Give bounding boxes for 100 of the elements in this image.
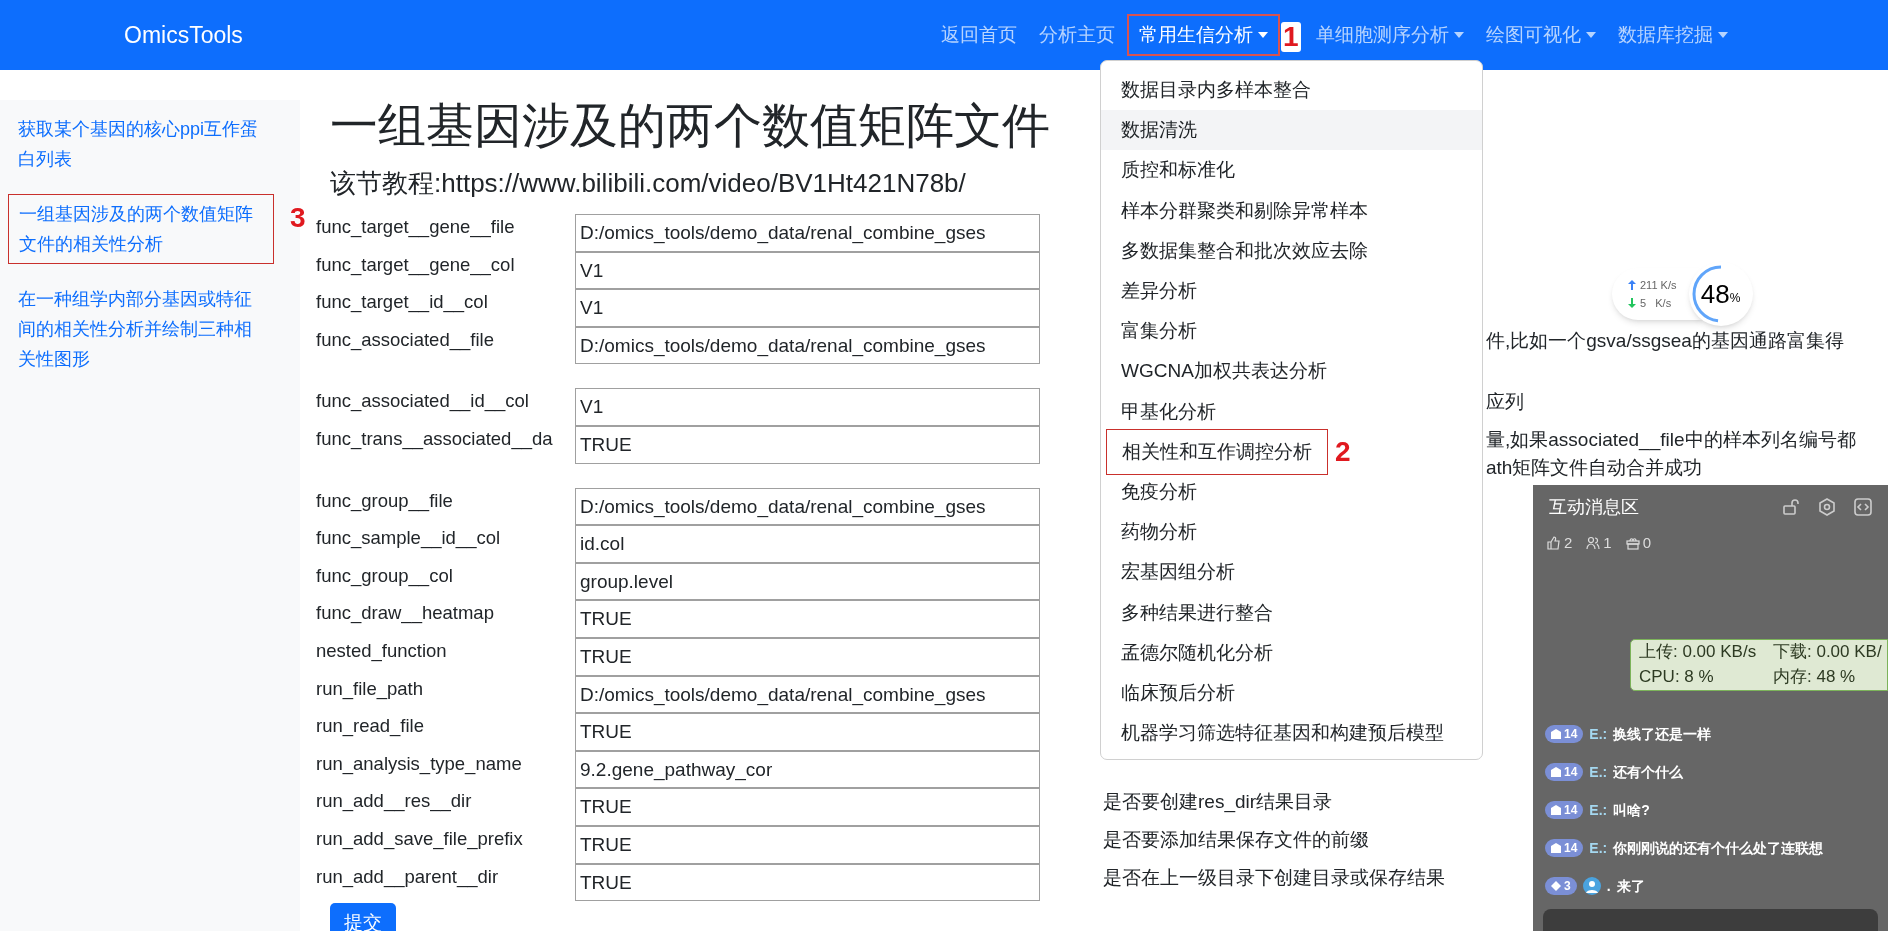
field-description: 是否要添加结果保存文件的前缀 <box>1103 827 1369 852</box>
dropdown-item[interactable]: 质控和标准化 <box>1101 152 1255 189</box>
dropdown-item[interactable]: WGCNA加权共表达分析 <box>1101 353 1347 390</box>
field-label: run_add__parent__dir <box>316 864 500 890</box>
dropdown-item[interactable]: 数据目录内多样本整合 <box>1101 72 1331 109</box>
user-name: E.: <box>1589 838 1608 858</box>
field-label: func_draw__heatmap <box>316 601 495 626</box>
annotation-number: 1 <box>1281 22 1301 52</box>
down-arrow-icon <box>1628 298 1636 308</box>
field-label: run_read_file <box>316 714 425 739</box>
crest-icon <box>1551 767 1561 777</box>
crest-icon <box>1551 729 1561 739</box>
field-description: ath矩阵文件自动合并成功 <box>1486 455 1703 480</box>
dropdown-item[interactable]: 多种结果进行整合 <box>1101 594 1293 631</box>
field-label: run_add_save_file_prefix <box>316 826 524 852</box>
dropdown-item[interactable]: 多数据集整合和批次效应去除 <box>1101 232 1388 269</box>
dropdown-item[interactable]: 样本分群聚类和剔除异常样本 <box>1101 192 1388 229</box>
stat-count: 2 <box>1564 532 1573 553</box>
chat-message: 叫啥? <box>1613 800 1650 820</box>
stat-count: 0 <box>1642 532 1652 553</box>
code-icon[interactable] <box>1854 498 1872 516</box>
user-name: E.: <box>1589 724 1608 744</box>
dropdown-item[interactable]: 富集分析 <box>1101 313 1217 350</box>
input-field[interactable]: 9.2.gene_pathway_cor <box>575 750 1040 789</box>
stat-count: 1 <box>1603 532 1612 553</box>
crest-icon <box>1551 805 1561 815</box>
input-field[interactable]: id.col <box>575 525 1040 563</box>
dropdown-item[interactable]: 甲基化分析 <box>1101 393 1236 430</box>
dropdown-item[interactable]: 宏基因组分析 <box>1101 554 1255 591</box>
dropdown-item[interactable]: 差异分析 <box>1101 273 1217 310</box>
level-badge: 14 <box>1545 801 1584 819</box>
level-badge: 3 <box>1545 877 1577 895</box>
submit-button[interactable]: 提交 <box>330 903 396 931</box>
level-badge: 14 <box>1545 725 1584 743</box>
download-speed: 5 K/s <box>1640 296 1672 311</box>
dropdown-item[interactable]: 免疫分析 <box>1101 473 1217 510</box>
input-field[interactable]: D:/omics_tools/demo_data/renal_combine_gses <box>575 675 1040 714</box>
level-badge: 14 <box>1545 763 1584 781</box>
dropdown-item[interactable]: 机器学习筛选特征基因和构建预后模型 <box>1101 715 1464 752</box>
field-label: nested_function <box>316 638 448 664</box>
chat-message: 还有个什么 <box>1613 762 1684 782</box>
field-label: func_target__gene__file <box>316 215 516 240</box>
field-description: 量,如果associated__file中的样本列名编号都 <box>1486 427 1856 453</box>
input-field[interactable]: V1 <box>575 388 1040 426</box>
thumb-up-icon <box>1547 536 1561 550</box>
dropdown-item[interactable]: 孟德尔随机化分析 <box>1101 634 1293 671</box>
field-label: run_analysis_type_name <box>316 751 523 777</box>
field-label: run_add__res__dir <box>316 789 473 814</box>
chat-message: 换线了还是一样 <box>1613 724 1712 744</box>
user-name: E.: <box>1589 762 1608 782</box>
dropdown-item[interactable]: 临床预后分析 <box>1101 674 1255 711</box>
input-field[interactable]: TRUE <box>575 863 1040 902</box>
sidebar-link[interactable]: 获取某个基因的核心ppi互作蛋白列表 <box>8 110 274 178</box>
input-field[interactable]: TRUE <box>575 788 1040 826</box>
avatar-icon <box>1582 877 1601 895</box>
dropdown-item[interactable]: 相关性和互作调控分析 <box>1106 428 1328 475</box>
input-field[interactable]: group.level <box>575 562 1040 601</box>
users-icon <box>1586 536 1601 550</box>
level-badge: 14 <box>1545 839 1584 857</box>
field-label: func_target__gene__col <box>316 252 516 278</box>
chat-message: 来了 <box>1616 876 1645 896</box>
annotation-number: 3 <box>290 204 306 232</box>
input-field[interactable]: D:/omics_tools/demo_data/renal_combine_gses <box>575 214 1040 252</box>
field-description: 是否在上一级目录下创建目录或保存结果 <box>1103 865 1445 890</box>
diamond-icon <box>1551 881 1561 891</box>
sidebar-link[interactable]: 一组基因涉及的两个数值矩阵文件的相关性分析 <box>8 194 274 264</box>
field-description: 是否要创建res_dir结果目录 <box>1103 790 1333 815</box>
field-label: func_target__id__col <box>316 290 489 315</box>
input-field[interactable]: V1 <box>575 289 1040 327</box>
gift-icon <box>1625 536 1640 550</box>
field-description: 应列 <box>1486 390 1524 415</box>
upload-speed: 211 K/s <box>1640 278 1677 293</box>
lock-icon[interactable] <box>1782 498 1800 516</box>
input-field[interactable]: TRUE <box>575 637 1040 676</box>
chat-title: 互动消息区 <box>1549 495 1639 519</box>
input-field[interactable]: TRUE <box>575 600 1040 638</box>
field-label: func_trans__associated__da <box>316 426 554 452</box>
input-field[interactable]: TRUE <box>575 425 1040 464</box>
input-field[interactable]: TRUE <box>575 825 1040 864</box>
dropdown-item[interactable]: 药物分析 <box>1101 514 1217 551</box>
crest-icon <box>1551 843 1561 853</box>
monitor-reading: 下载: 0.00 KB/ <box>1773 641 1883 663</box>
sidebar-link[interactable]: 在一种组学内部分基因或特征间的相关性分析并绘制三种相关性图形 <box>8 280 274 378</box>
input-field[interactable]: D:/omics_tools/demo_data/renal_combine_gses <box>575 326 1040 365</box>
usage-percent: 48 <box>1700 281 1730 307</box>
percent-unit: % <box>1729 291 1741 307</box>
settings-icon[interactable] <box>1818 498 1836 516</box>
dropdown-item[interactable]: 数据清洗 <box>1101 112 1217 149</box>
chat-input-field[interactable] <box>1543 909 1878 931</box>
brand-logo[interactable]: OmicsTools <box>124 17 243 53</box>
user-name: . <box>1606 876 1611 896</box>
monitor-reading: 上传: 0.00 KB/s <box>1639 641 1758 663</box>
input-field[interactable]: V1 <box>575 251 1040 290</box>
tutorial-link-text: 该节教程:https://www.bilibili.com/video/BV1Ht421N78b/ <box>330 167 966 200</box>
input-field[interactable]: D:/omics_tools/demo_data/renal_combine_gses <box>575 487 1040 526</box>
field-description: 件,比如一个gsva/ssgsea的基因通路富集得 <box>1486 328 1844 353</box>
monitor-reading: 内存: 48 % <box>1773 666 1857 688</box>
input-field[interactable]: TRUE <box>575 713 1040 751</box>
field-label: func_associated__id__col <box>316 389 530 414</box>
field-label: func_associated__file <box>316 327 495 353</box>
